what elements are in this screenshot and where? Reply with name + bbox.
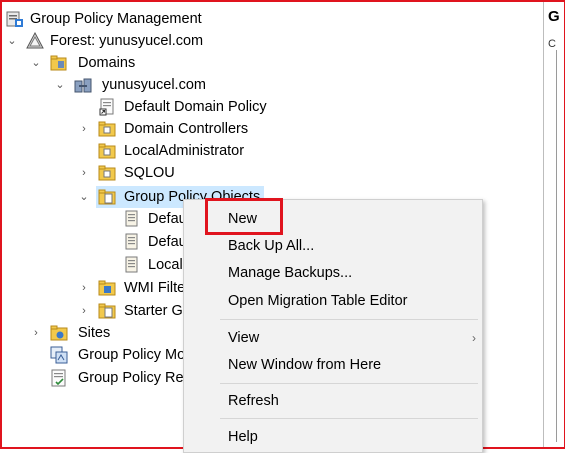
tree-label: Group Policy Management bbox=[30, 11, 202, 27]
tree-label: Defau bbox=[148, 211, 187, 227]
menu-separator bbox=[220, 418, 478, 419]
results-icon bbox=[51, 369, 66, 387]
gpo-script-icon bbox=[125, 233, 138, 250]
gpo-script-icon bbox=[125, 210, 138, 227]
tree-item-gpo-child[interactable]: Defau bbox=[2, 231, 212, 253]
ou-folder-icon bbox=[98, 143, 116, 159]
tree-label: Default Domain Policy bbox=[124, 99, 267, 115]
tree-item-sites[interactable]: › Sites bbox=[2, 322, 212, 344]
menu-separator bbox=[220, 383, 478, 384]
modeling-icon bbox=[50, 346, 68, 364]
tree-item-gpo-child[interactable]: Defau bbox=[2, 208, 212, 230]
gpo-script-icon bbox=[125, 256, 138, 273]
chevron-right-icon[interactable]: › bbox=[78, 167, 90, 179]
menu-item-back-up-all[interactable]: Back Up All... bbox=[228, 233, 314, 259]
domains-folder-icon bbox=[50, 55, 67, 71]
tree-label: Local bbox=[148, 257, 183, 273]
forest-icon bbox=[26, 32, 44, 49]
context-menu: New Back Up All... Manage Backups... Ope… bbox=[183, 199, 483, 453]
sites-folder-icon bbox=[50, 325, 68, 341]
tree-label: Group Policy Mo bbox=[78, 347, 186, 363]
gpo-folder-icon bbox=[98, 189, 116, 205]
tree-item-gp-modeling[interactable]: Group Policy Mo bbox=[2, 344, 212, 366]
tree-item-gpm[interactable]: Group Policy Management bbox=[2, 8, 302, 30]
gpo-link-icon bbox=[99, 98, 114, 116]
tree-label: yunusyucel.com bbox=[102, 77, 206, 93]
menu-item-manage-backups[interactable]: Manage Backups... bbox=[228, 260, 352, 286]
tree-label: Defau bbox=[148, 234, 187, 250]
details-pane-subtitle: C bbox=[548, 38, 556, 50]
menu-item-refresh[interactable]: Refresh bbox=[228, 388, 279, 414]
tree-item-gpo-child[interactable]: Local bbox=[2, 254, 212, 276]
menu-separator bbox=[220, 319, 478, 320]
menu-item-view[interactable]: View › bbox=[228, 325, 476, 351]
starter-folder-icon bbox=[98, 303, 116, 319]
chevron-right-icon[interactable]: › bbox=[30, 327, 42, 339]
tree-item-localadministrator[interactable]: LocalAdministrator bbox=[2, 140, 302, 162]
tree-label: Domains bbox=[78, 55, 136, 71]
tree-label: LocalAdministrator bbox=[124, 143, 245, 159]
domain-icon bbox=[74, 78, 92, 93]
chevron-down-icon[interactable]: ⌄ bbox=[78, 191, 90, 203]
tree-label: Starter GI bbox=[124, 303, 187, 319]
tree-item-domains[interactable]: ⌄ Domains bbox=[2, 52, 302, 74]
tree-item-wmi-filters[interactable]: › WMI Filte bbox=[2, 277, 212, 299]
tree-label: Group Policy Res bbox=[78, 370, 191, 386]
tree-label: SQLOU bbox=[124, 165, 175, 181]
chevron-down-icon[interactable]: ⌄ bbox=[30, 57, 42, 69]
tree-item-domain[interactable]: ⌄ yunusyucel.com bbox=[2, 74, 302, 96]
tree-label: WMI Filte bbox=[124, 280, 186, 296]
details-pane-title: G bbox=[548, 8, 560, 25]
menu-item-open-migration-table-editor[interactable]: Open Migration Table Editor bbox=[228, 288, 407, 314]
menu-item-new-window-from-here[interactable]: New Window from Here bbox=[228, 352, 381, 378]
wmi-folder-icon bbox=[98, 280, 116, 296]
menu-item-help[interactable]: Help bbox=[228, 424, 258, 450]
tree-item-sqlou[interactable]: › SQLOU bbox=[2, 162, 302, 184]
chevron-right-icon[interactable]: › bbox=[78, 305, 90, 317]
tree-item-gp-results[interactable]: Group Policy Res bbox=[2, 367, 212, 389]
tree-label: Sites bbox=[78, 325, 111, 341]
pane-divider bbox=[556, 50, 557, 442]
chevron-right-icon[interactable]: › bbox=[78, 123, 90, 135]
tree-item-starter-gpos[interactable]: › Starter GI bbox=[2, 300, 212, 322]
chevron-right-icon: › bbox=[472, 331, 476, 345]
ou-folder-icon bbox=[98, 165, 116, 181]
annotation-highlight-box bbox=[205, 198, 283, 235]
tree-item-domain-controllers[interactable]: › Domain Controllers bbox=[2, 118, 302, 140]
menu-item-view-label: View bbox=[228, 330, 260, 346]
ou-folder-icon bbox=[98, 121, 116, 137]
tree-label: Domain Controllers bbox=[124, 121, 249, 137]
chevron-right-icon[interactable]: › bbox=[78, 282, 90, 294]
tree-label: Forest: yunusyucel.com bbox=[50, 33, 204, 49]
details-pane: G C bbox=[543, 2, 564, 447]
chevron-down-icon[interactable]: ⌄ bbox=[54, 79, 66, 91]
tree-item-default-domain-policy[interactable]: Default Domain Policy bbox=[2, 96, 302, 118]
tree-item-forest[interactable]: ⌄ Forest: yunusyucel.com bbox=[2, 30, 302, 52]
gpm-console-icon bbox=[6, 11, 23, 27]
chevron-down-icon[interactable]: ⌄ bbox=[6, 35, 18, 47]
